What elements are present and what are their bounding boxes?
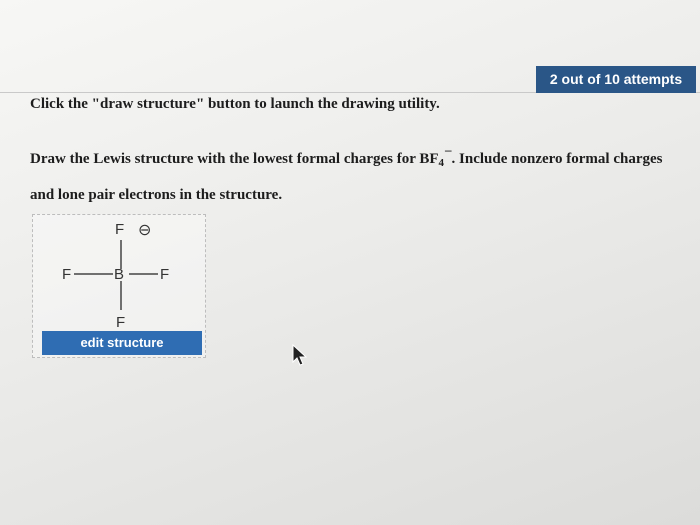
- edit-structure-button[interactable]: edit structure: [42, 331, 202, 355]
- question-subscript: 4: [438, 157, 445, 169]
- attempts-badge: 2 out of 10 attempts: [536, 66, 696, 93]
- question-prefix: Draw the Lewis structure with the lowest…: [30, 151, 439, 167]
- question-text: Draw the Lewis structure with the lowest…: [30, 142, 680, 211]
- mouse-pointer-icon: [292, 343, 308, 366]
- atom-central-b: B: [114, 266, 124, 283]
- atom-right-f: F: [160, 266, 169, 283]
- atom-left-f: F: [62, 266, 71, 283]
- atom-bottom-f: F: [116, 314, 125, 331]
- formal-charge-icon: ⊖: [138, 222, 151, 239]
- question-superscript: –: [445, 142, 452, 157]
- instruction-text: Click the "draw structure" button to lau…: [30, 96, 440, 112]
- atom-top-f: F: [115, 221, 124, 238]
